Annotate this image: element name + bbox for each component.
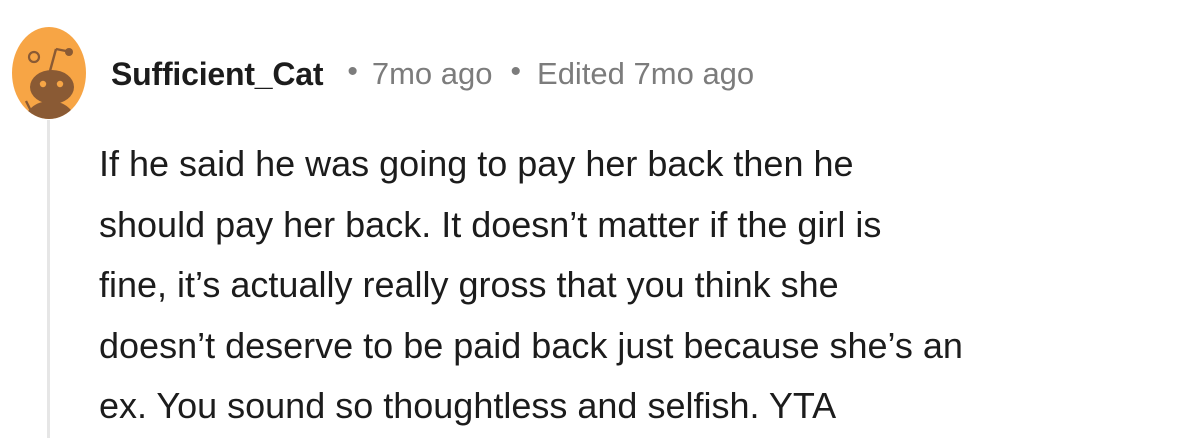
comment-body: If he said he was going to pay her back … (99, 134, 1169, 437)
snoo-avatar-icon (12, 27, 86, 119)
comment-age[interactable]: 7mo ago (372, 56, 493, 92)
thread-line[interactable] (47, 120, 50, 438)
edited-label: Edited 7mo ago (537, 56, 755, 91)
author-username[interactable]: Sufficient_Cat (111, 56, 324, 93)
comment: Sufficient_Cat • 7mo ago • Edited 7mo ag… (0, 0, 1182, 438)
meta-separator: • (347, 55, 358, 88)
comment-header: Sufficient_Cat • 7mo ago • Edited 7mo ag… (111, 52, 754, 96)
avatar[interactable] (12, 27, 86, 119)
meta-separator: • (510, 55, 522, 88)
comment-body-line: ex. You sound so thoughtless and selfish… (99, 385, 837, 426)
comment-body-line: doesn’t deserve to be paid back just bec… (99, 324, 963, 366)
comment-body-line: fine, it’s actually really gross that yo… (99, 264, 839, 305)
comment-body-line: If he said he was going to pay her back … (99, 143, 854, 184)
comment-body-line: should pay her back. It doesn’t matter i… (99, 203, 882, 245)
